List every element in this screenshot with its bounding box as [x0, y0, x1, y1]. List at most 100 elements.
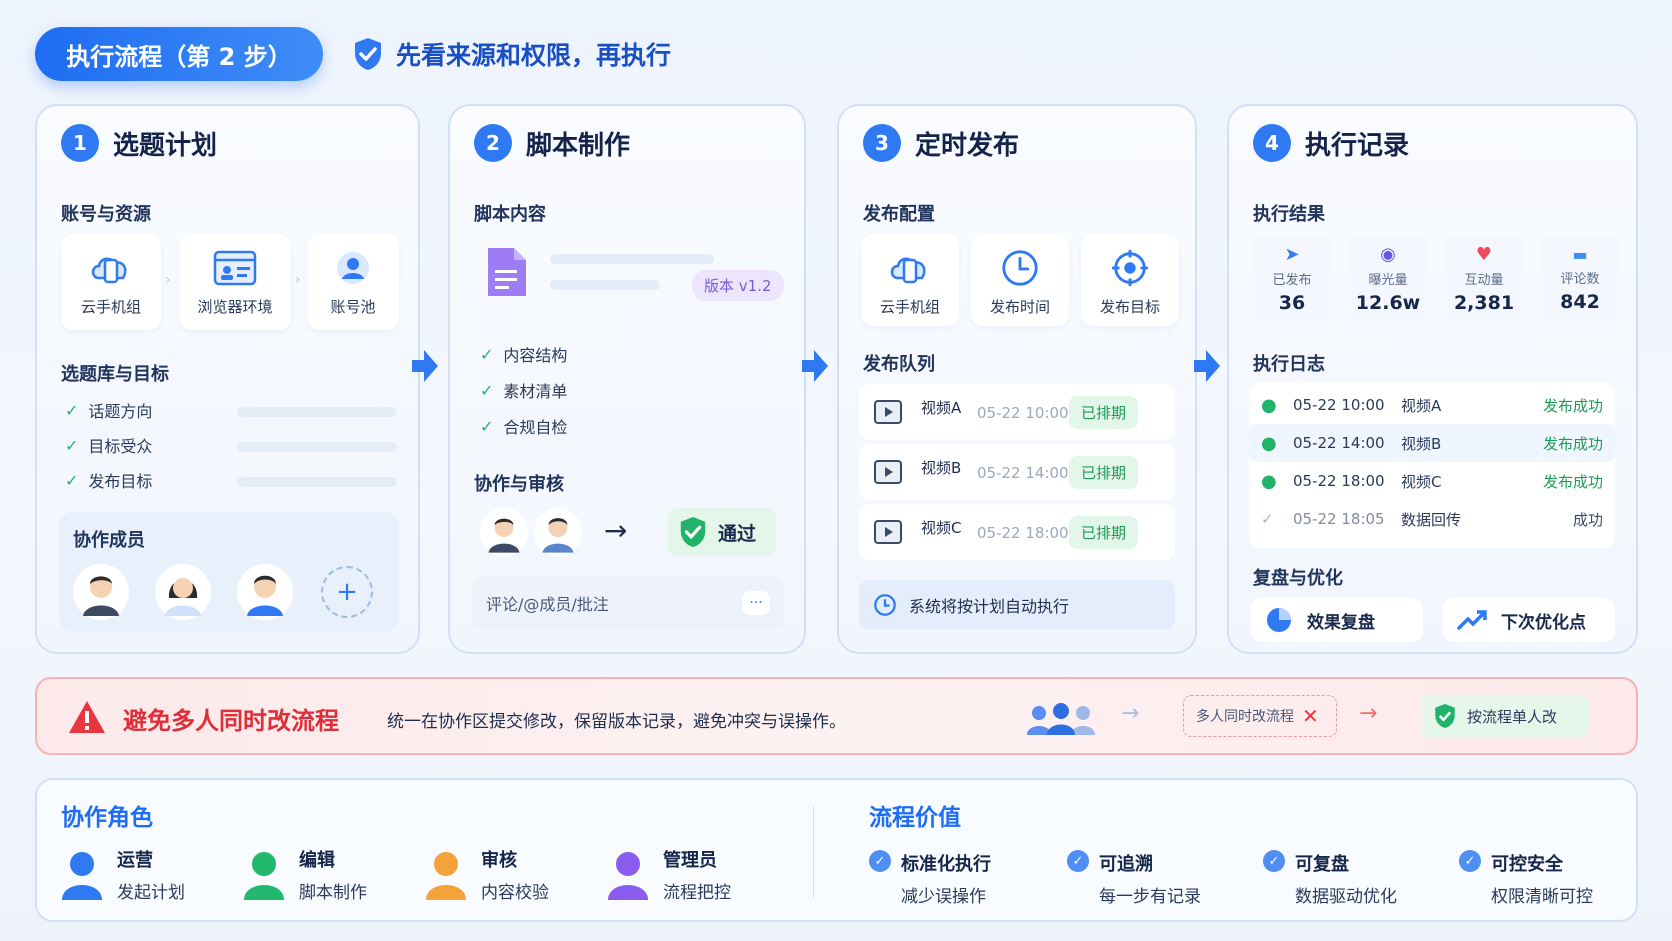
subtitle: 先看来源和权限，再执行: [352, 34, 671, 74]
check-icon: ✓: [480, 344, 494, 364]
placeholder-bar: [550, 280, 660, 290]
add-member-button[interactable]: +: [321, 566, 373, 618]
section-title: 脚本内容: [474, 204, 546, 225]
trend-up-icon: [1457, 610, 1487, 630]
warning-desc: 统一在协作区提交修改，保留版本记录，避免冲突与误操作。: [387, 712, 846, 732]
step-number: 2: [474, 124, 512, 162]
step-number: 1: [61, 124, 99, 162]
role-admin: 管理员 流程把控: [607, 846, 731, 903]
subtitle-text: 先看来源和权限，再执行: [396, 41, 672, 70]
section-title: 复盘与优化: [1253, 568, 1343, 589]
step-pill: 执行流程（第 2 步）: [35, 27, 323, 81]
user-icon: [608, 851, 648, 900]
pie-chart-icon: [1267, 608, 1291, 632]
tile-cloud-phone[interactable]: 云手机组: [61, 234, 161, 330]
heart-icon: ♥: [1475, 244, 1493, 265]
queue-item[interactable]: 视频B 05-22 14:00 已排期: [859, 444, 1175, 500]
video-icon: [874, 400, 902, 424]
document-icon: [488, 248, 526, 296]
video-icon: [874, 520, 902, 544]
check-icon: ✓: [65, 470, 79, 490]
log-row[interactable]: ● 05-22 10:00 视频A 发布成功: [1249, 386, 1615, 424]
clock-icon: [1002, 250, 1038, 286]
placeholder-bar: [237, 477, 397, 487]
placeholder-bar: [237, 442, 397, 452]
check-item: ✓ 合规自检: [480, 416, 568, 438]
comment-input[interactable]: 评论/@成员/批注 ···: [472, 576, 784, 630]
log-row[interactable]: ● 05-22 14:00 视频B 发布成功: [1249, 424, 1615, 462]
step-number: 3: [863, 124, 901, 162]
value-item: ✓ 可控安全 权限清晰可控: [1459, 850, 1593, 907]
log-row[interactable]: ✓ 05-22 18:05 数据回传 成功: [1249, 500, 1615, 538]
value-item: ✓ 可复盘 数据驱动优化: [1263, 850, 1397, 907]
log-row[interactable]: ● 05-22 18:00 视频C 发布成功: [1249, 462, 1615, 500]
values-title: 流程价值: [869, 805, 961, 831]
check-circle-icon: ✓: [1263, 850, 1285, 872]
check-item: ✓ 话题方向: [65, 400, 153, 422]
section-title: 账号与资源: [61, 204, 151, 225]
step-card-script: 2 脚本制作 脚本内容 版本 v1.2 ✓ 内容结构 ✓ 素材清单 ✓ 合规自检 协作…: [448, 104, 806, 654]
step-title: 执行记录: [1305, 130, 1410, 161]
warning-banner: 避免多人同时改流程 统一在协作区提交修改，保留版本记录，避免冲突与误操作。 → …: [35, 677, 1638, 755]
cloud-phone-icon: [890, 257, 926, 284]
value-item: ✓ 标准化执行 减少误操作: [869, 850, 991, 907]
avatar: [155, 564, 211, 620]
tile-cloud-phone[interactable]: 云手机组: [861, 234, 959, 326]
video-icon: [874, 460, 902, 484]
success-icon: ●: [1261, 470, 1277, 492]
stat-comments: ▬ 评论数 842: [1539, 234, 1621, 324]
target-icon: [1111, 249, 1149, 287]
placeholder-bar: [550, 254, 714, 264]
step-header: 3 定时发布: [863, 124, 1019, 162]
send-icon: ➤: [1284, 244, 1300, 265]
bottom-panel: 协作角色 运营 发起计划 编辑 脚本制作 审核 内容校验 管理员 流程把控 流程价值 ✓…: [35, 778, 1638, 922]
warning-title: 避免多人同时改流程: [123, 707, 339, 735]
shield-check-icon: [355, 38, 381, 70]
shield-check-icon: [1435, 704, 1455, 728]
section-title: 发布队列: [863, 354, 935, 375]
avatar: [480, 508, 528, 556]
optimize-button[interactable]: 下次优化点: [1443, 598, 1615, 642]
tile-publish-target[interactable]: 发布目标: [1081, 234, 1179, 326]
eye-icon: ◉: [1380, 244, 1396, 265]
section-title: 发布配置: [863, 204, 935, 225]
section-title: 选题库与目标: [61, 364, 169, 385]
warning-icon: [69, 701, 105, 733]
status-badge: 已排期: [1069, 456, 1139, 489]
check-item: ✓ 内容结构: [480, 344, 568, 366]
stat-impressions: ◉ 曝光量 12.6w: [1347, 234, 1429, 324]
clock-icon: [874, 594, 896, 616]
success-icon: ●: [1261, 394, 1277, 416]
check-circle-icon: ✓: [1459, 850, 1481, 872]
cross-icon: ✕: [1302, 704, 1319, 728]
check-item: ✓ 发布目标: [65, 470, 153, 492]
tile-account-pool[interactable]: 账号池: [307, 234, 399, 330]
queue-item[interactable]: 视频C 05-22 18:00 已排期: [859, 504, 1175, 560]
tile-browser[interactable]: 浏览器环境: [179, 234, 291, 330]
section-title: 执行日志: [1253, 354, 1325, 375]
arrow-right-icon: →: [1121, 701, 1140, 726]
queue-item[interactable]: 视频A 05-22 10:00 已排期: [859, 384, 1175, 440]
step-title: 脚本制作: [526, 130, 631, 161]
section-title: 执行结果: [1253, 204, 1325, 225]
arrow-right-icon: [802, 350, 828, 382]
bad-practice: 多人同时改流程 ✕: [1183, 695, 1337, 737]
tile-label: 账号池: [330, 298, 376, 316]
value-item: ✓ 可追溯 每一步有记录: [1067, 850, 1201, 907]
check-item: ✓ 素材清单: [480, 380, 568, 402]
tile-publish-time[interactable]: 发布时间: [971, 234, 1069, 326]
comment-icon[interactable]: ···: [742, 591, 770, 615]
check-icon: ✓: [65, 400, 79, 420]
placeholder-bar: [237, 407, 397, 417]
user-icon: [62, 851, 102, 900]
arrow-right-icon: [1194, 350, 1220, 382]
step-card-publish: 3 定时发布 发布配置 云手机组 发布时间 发布目标 发布队列 视频A 05-2…: [837, 104, 1197, 654]
review-button[interactable]: 效果复盘: [1251, 598, 1423, 642]
version-badge: 版本 v1.2: [692, 270, 784, 301]
cloud-phone-icon: [91, 257, 127, 284]
check-icon: ✓: [1261, 510, 1274, 528]
section-title: 协作与审核: [474, 474, 564, 495]
avatar: [73, 564, 129, 620]
user-icon: [244, 851, 284, 900]
role-operator: 运营 发起计划: [61, 846, 185, 903]
